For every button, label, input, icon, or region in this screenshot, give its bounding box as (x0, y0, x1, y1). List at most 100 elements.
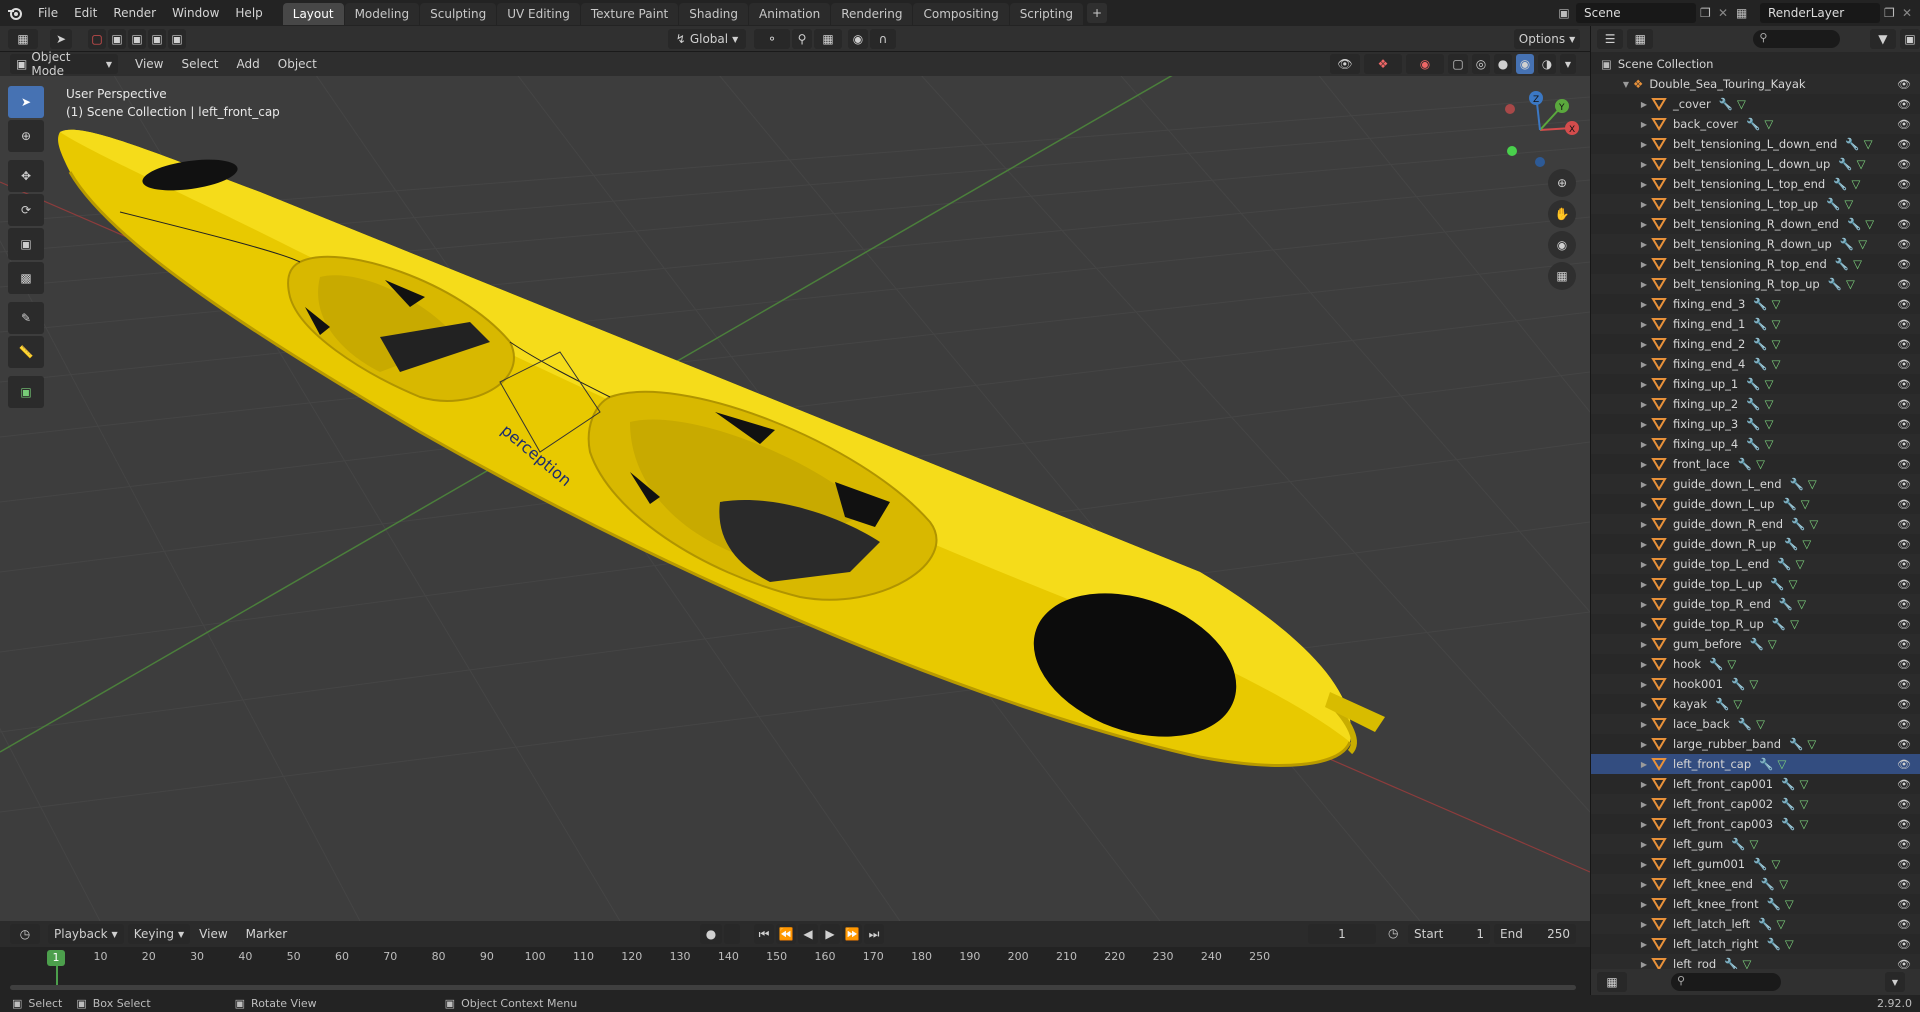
visibility-eye-icon[interactable]: 👁 (1897, 838, 1911, 851)
modifier-wrench-icon[interactable]: 🔧 (1750, 637, 1764, 651)
record-options-button[interactable] (724, 924, 740, 944)
visibility-eye-icon[interactable]: 👁 (1897, 98, 1911, 111)
visibility-eye-icon[interactable]: 👁 (1897, 678, 1911, 691)
editor-type-button[interactable]: ▦ (8, 29, 38, 49)
visibility-eye-icon[interactable]: 👁 (1897, 698, 1911, 711)
outliner-item[interactable]: ▶ guide_top_R_end 🔧 ▽ 👁 (1591, 594, 1920, 614)
outliner-item[interactable]: ▶ fixing_end_1 🔧 ▽ 👁 (1591, 314, 1920, 334)
outliner-item[interactable]: ▶ fixing_up_1 🔧 ▽ 👁 (1591, 374, 1920, 394)
menu-select[interactable]: Select (172, 57, 227, 71)
visibility-eye-icon[interactable]: 👁 (1897, 738, 1911, 751)
start-frame-field[interactable]: Start 1 (1408, 924, 1490, 944)
outliner-item[interactable]: ▶ left_front_cap002 🔧 ▽ 👁 (1591, 794, 1920, 814)
record-button[interactable]: ● (700, 924, 722, 944)
tab-texture-paint[interactable]: Texture Paint (580, 3, 679, 25)
preview-range-icon[interactable]: ◷ (1388, 926, 1398, 940)
new-collection-button[interactable]: ▣ (1900, 29, 1920, 49)
outliner-item[interactable]: ▶ guide_down_R_up 🔧 ▽ 👁 (1591, 534, 1920, 554)
outliner-item[interactable]: ▶ kayak 🔧 ▽ 👁 (1591, 694, 1920, 714)
mesh-data-icon[interactable]: ▽ (1764, 117, 1773, 131)
render-layer-copy-icon[interactable]: ❐ (1884, 6, 1902, 20)
expand-triangle-icon[interactable]: ▶ (1637, 680, 1651, 689)
mesh-data-icon[interactable]: ▽ (1765, 397, 1774, 411)
modifier-wrench-icon[interactable]: 🔧 (1770, 577, 1784, 591)
ortho-toggle-icon[interactable]: ▦ (1548, 262, 1576, 290)
expand-triangle-icon[interactable]: ▶ (1637, 360, 1651, 369)
tab-rendering[interactable]: Rendering (831, 3, 913, 25)
timeline-menu-marker[interactable]: Marker (237, 927, 296, 941)
jump-start-button[interactable]: ⏮ (754, 924, 774, 944)
outliner-item[interactable]: ▶ _cover 🔧 ▽ 👁 (1591, 94, 1920, 114)
modifier-wrench-icon[interactable]: 🔧 (1746, 397, 1760, 411)
expand-triangle-icon[interactable]: ▶ (1637, 100, 1651, 109)
mesh-data-icon[interactable]: ▽ (1844, 197, 1853, 211)
mesh-data-icon[interactable]: ▽ (1852, 177, 1861, 191)
outliner-item[interactable]: ▶ left_front_cap 🔧 ▽ 👁 (1591, 754, 1920, 774)
visibility-eye-icon[interactable]: 👁 (1897, 258, 1911, 271)
outliner-item[interactable]: ▶ hook001 🔧 ▽ 👁 (1591, 674, 1920, 694)
mesh-data-icon[interactable]: ▽ (1853, 257, 1862, 271)
modifier-wrench-icon[interactable]: 🔧 (1777, 557, 1791, 571)
visibility-eye-icon[interactable]: 👁 (1897, 78, 1911, 91)
outliner-item[interactable]: ▶ belt_tensioning_L_down_up 🔧 ▽ 👁 (1591, 154, 1920, 174)
visibility-eye-icon[interactable]: 👁 (1897, 818, 1911, 831)
expand-triangle-icon[interactable]: ▶ (1637, 220, 1651, 229)
outliner-item[interactable]: ▶ left_knee_front 🔧 ▽ 👁 (1591, 894, 1920, 914)
visibility-eye-icon[interactable]: 👁 (1897, 118, 1911, 131)
outliner-item[interactable]: ▶ back_cover 🔧 ▽ 👁 (1591, 114, 1920, 134)
play-reverse-button[interactable]: ◀ (798, 924, 818, 944)
select-box-tool[interactable]: ➤ (8, 86, 44, 118)
modifier-wrench-icon[interactable]: 🔧 (1767, 897, 1781, 911)
modifier-wrench-icon[interactable]: 🔧 (1746, 437, 1760, 451)
mesh-data-icon[interactable]: ▽ (1801, 497, 1810, 511)
rotate-tool[interactable]: ⟳ (8, 194, 44, 226)
xray-toggle[interactable]: ▢ (1448, 54, 1468, 74)
expand-triangle-icon[interactable]: ▶ (1637, 580, 1651, 589)
mesh-data-icon[interactable]: ▽ (1777, 757, 1786, 771)
scene-copy-icon[interactable]: ❐ (1700, 6, 1718, 20)
expand-triangle-icon[interactable]: ▶ (1637, 400, 1651, 409)
modifier-wrench-icon[interactable]: 🔧 (1761, 877, 1775, 891)
playhead[interactable]: 1 (47, 950, 65, 966)
menu-help[interactable]: Help (227, 0, 270, 26)
next-keyframe-button[interactable]: ⏩ (842, 924, 862, 944)
mesh-data-icon[interactable]: ▽ (1750, 837, 1759, 851)
expand-triangle-icon[interactable]: ▶ (1637, 380, 1651, 389)
tab-uv-editing[interactable]: UV Editing (497, 3, 580, 25)
zoom-icon[interactable]: ⊕ (1548, 169, 1576, 197)
end-frame-field[interactable]: End 250 (1494, 924, 1576, 944)
tab-layout[interactable]: Layout (282, 3, 344, 25)
expand-triangle-icon[interactable]: ▶ (1637, 820, 1651, 829)
timeline-scrollbar[interactable] (10, 985, 1576, 990)
outliner-item[interactable]: ▶ belt_tensioning_R_down_up 🔧 ▽ 👁 (1591, 234, 1920, 254)
tab-modeling[interactable]: Modeling (344, 3, 420, 25)
gizmo-toggle[interactable]: ❖ (1364, 54, 1402, 74)
outliner-item[interactable]: ▶ fixing_end_2 🔧 ▽ 👁 (1591, 334, 1920, 354)
outliner-item[interactable]: ▶ left_front_cap003 🔧 ▽ 👁 (1591, 814, 1920, 834)
keying-dropdown[interactable]: Keying ▼ (127, 924, 191, 944)
expand-triangle-icon[interactable]: ▶ (1637, 640, 1651, 649)
properties-editor-type-button[interactable]: ▦ (1597, 972, 1627, 992)
visibility-eye-icon[interactable]: 👁 (1897, 758, 1911, 771)
outliner-item[interactable]: ▶ left_knee_end 🔧 ▽ 👁 (1591, 874, 1920, 894)
expand-triangle-icon[interactable]: ▶ (1637, 620, 1651, 629)
expand-triangle-icon[interactable]: ▶ (1637, 740, 1651, 749)
mesh-data-icon[interactable]: ▽ (1864, 137, 1873, 151)
expand-triangle-icon[interactable]: ▶ (1637, 960, 1651, 969)
modifier-wrench-icon[interactable]: 🔧 (1738, 717, 1752, 731)
outliner-search-input[interactable]: ⚲ (1753, 30, 1840, 48)
scene-icon[interactable]: ▣ (1552, 3, 1576, 23)
expand-triangle-icon[interactable]: ▶ (1637, 660, 1651, 669)
mesh-data-icon[interactable]: ▽ (1765, 377, 1774, 391)
mesh-data-icon[interactable]: ▽ (1789, 577, 1798, 591)
transform-orientation-dropdown[interactable]: ↯ Global ▼ (668, 29, 746, 49)
expand-triangle-icon[interactable]: ▶ (1637, 260, 1651, 269)
expand-triangle-icon[interactable]: ▶ (1637, 120, 1651, 129)
outliner-item[interactable]: ▶ fixing_end_3 🔧 ▽ 👁 (1591, 294, 1920, 314)
modifier-wrench-icon[interactable]: 🔧 (1847, 217, 1861, 231)
modifier-wrench-icon[interactable]: 🔧 (1731, 837, 1745, 851)
shading-options-dropdown[interactable]: ▼ (1560, 54, 1576, 74)
modifier-wrench-icon[interactable]: 🔧 (1746, 417, 1760, 431)
mesh-data-icon[interactable]: ▽ (1771, 857, 1780, 871)
expand-triangle-icon[interactable]: ▶ (1637, 920, 1651, 929)
